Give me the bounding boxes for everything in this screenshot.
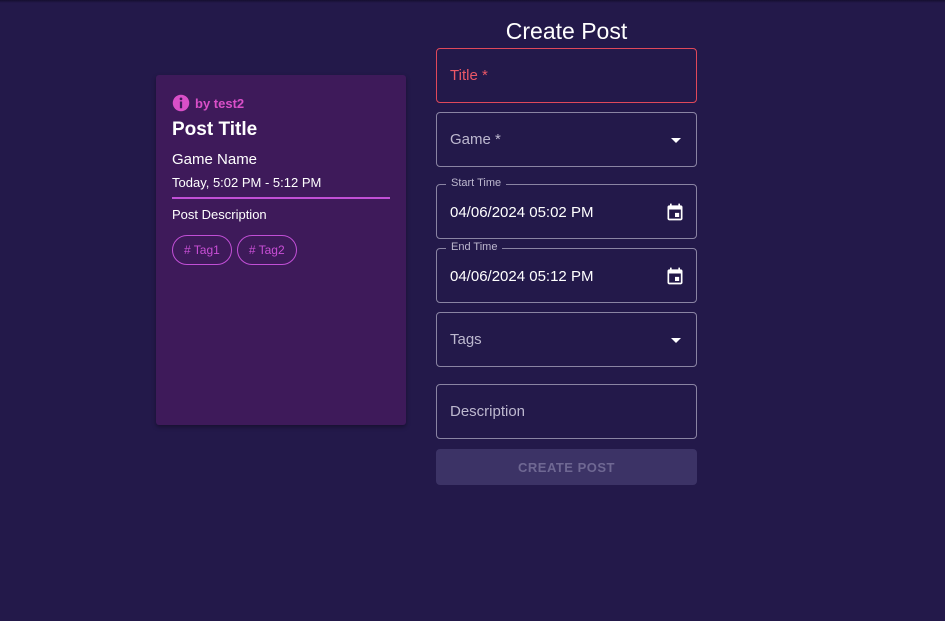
create-post-button[interactable]: CREATE POST bbox=[436, 449, 697, 485]
page-title: Create Post bbox=[505, 18, 628, 44]
start-time-label: Start Time bbox=[446, 177, 507, 189]
end-time-field[interactable]: End Time 04/06/2024 05:12 PM bbox=[436, 241, 697, 303]
post-time-range: Today, 5:02 PM - 5:12 PM bbox=[172, 175, 322, 190]
title-placeholder: Title * bbox=[450, 67, 488, 84]
end-time-label: End Time bbox=[446, 241, 503, 253]
calendar-icon[interactable] bbox=[665, 266, 685, 286]
post-preview-card: by test2 Post Title Game Name Today, 5:0… bbox=[156, 75, 406, 425]
description-placeholder: Description bbox=[450, 403, 526, 420]
tag-chip[interactable]: # Tag2 bbox=[236, 235, 297, 265]
tags-select[interactable]: Tags bbox=[436, 312, 697, 367]
arrow-drop-down-icon bbox=[671, 138, 681, 143]
post-author: by test2 bbox=[195, 95, 245, 111]
start-time-value: 04/06/2024 05:02 PM bbox=[450, 204, 594, 221]
info-icon bbox=[172, 94, 190, 112]
post-title: Post Title bbox=[172, 119, 258, 140]
tags-placeholder: Tags bbox=[450, 331, 482, 348]
calendar-icon[interactable] bbox=[665, 202, 685, 222]
post-game-name: Game Name bbox=[172, 151, 258, 168]
game-placeholder: Game * bbox=[450, 131, 501, 148]
post-description: Post Description bbox=[172, 207, 267, 222]
start-time-field[interactable]: Start Time 04/06/2024 05:02 PM bbox=[436, 177, 697, 239]
end-time-value: 04/06/2024 05:12 PM bbox=[450, 268, 594, 285]
app-bar-shadow bbox=[0, 0, 945, 3]
arrow-drop-down-icon bbox=[671, 338, 681, 343]
description-field[interactable]: Description bbox=[436, 384, 697, 439]
divider bbox=[172, 197, 390, 199]
game-select[interactable]: Game * bbox=[436, 112, 697, 167]
tag-list: # Tag1 # Tag2 bbox=[172, 235, 297, 265]
tag-chip[interactable]: # Tag1 bbox=[172, 235, 232, 265]
title-field[interactable]: Title * bbox=[436, 48, 697, 103]
author-row: by test2 bbox=[172, 94, 244, 112]
